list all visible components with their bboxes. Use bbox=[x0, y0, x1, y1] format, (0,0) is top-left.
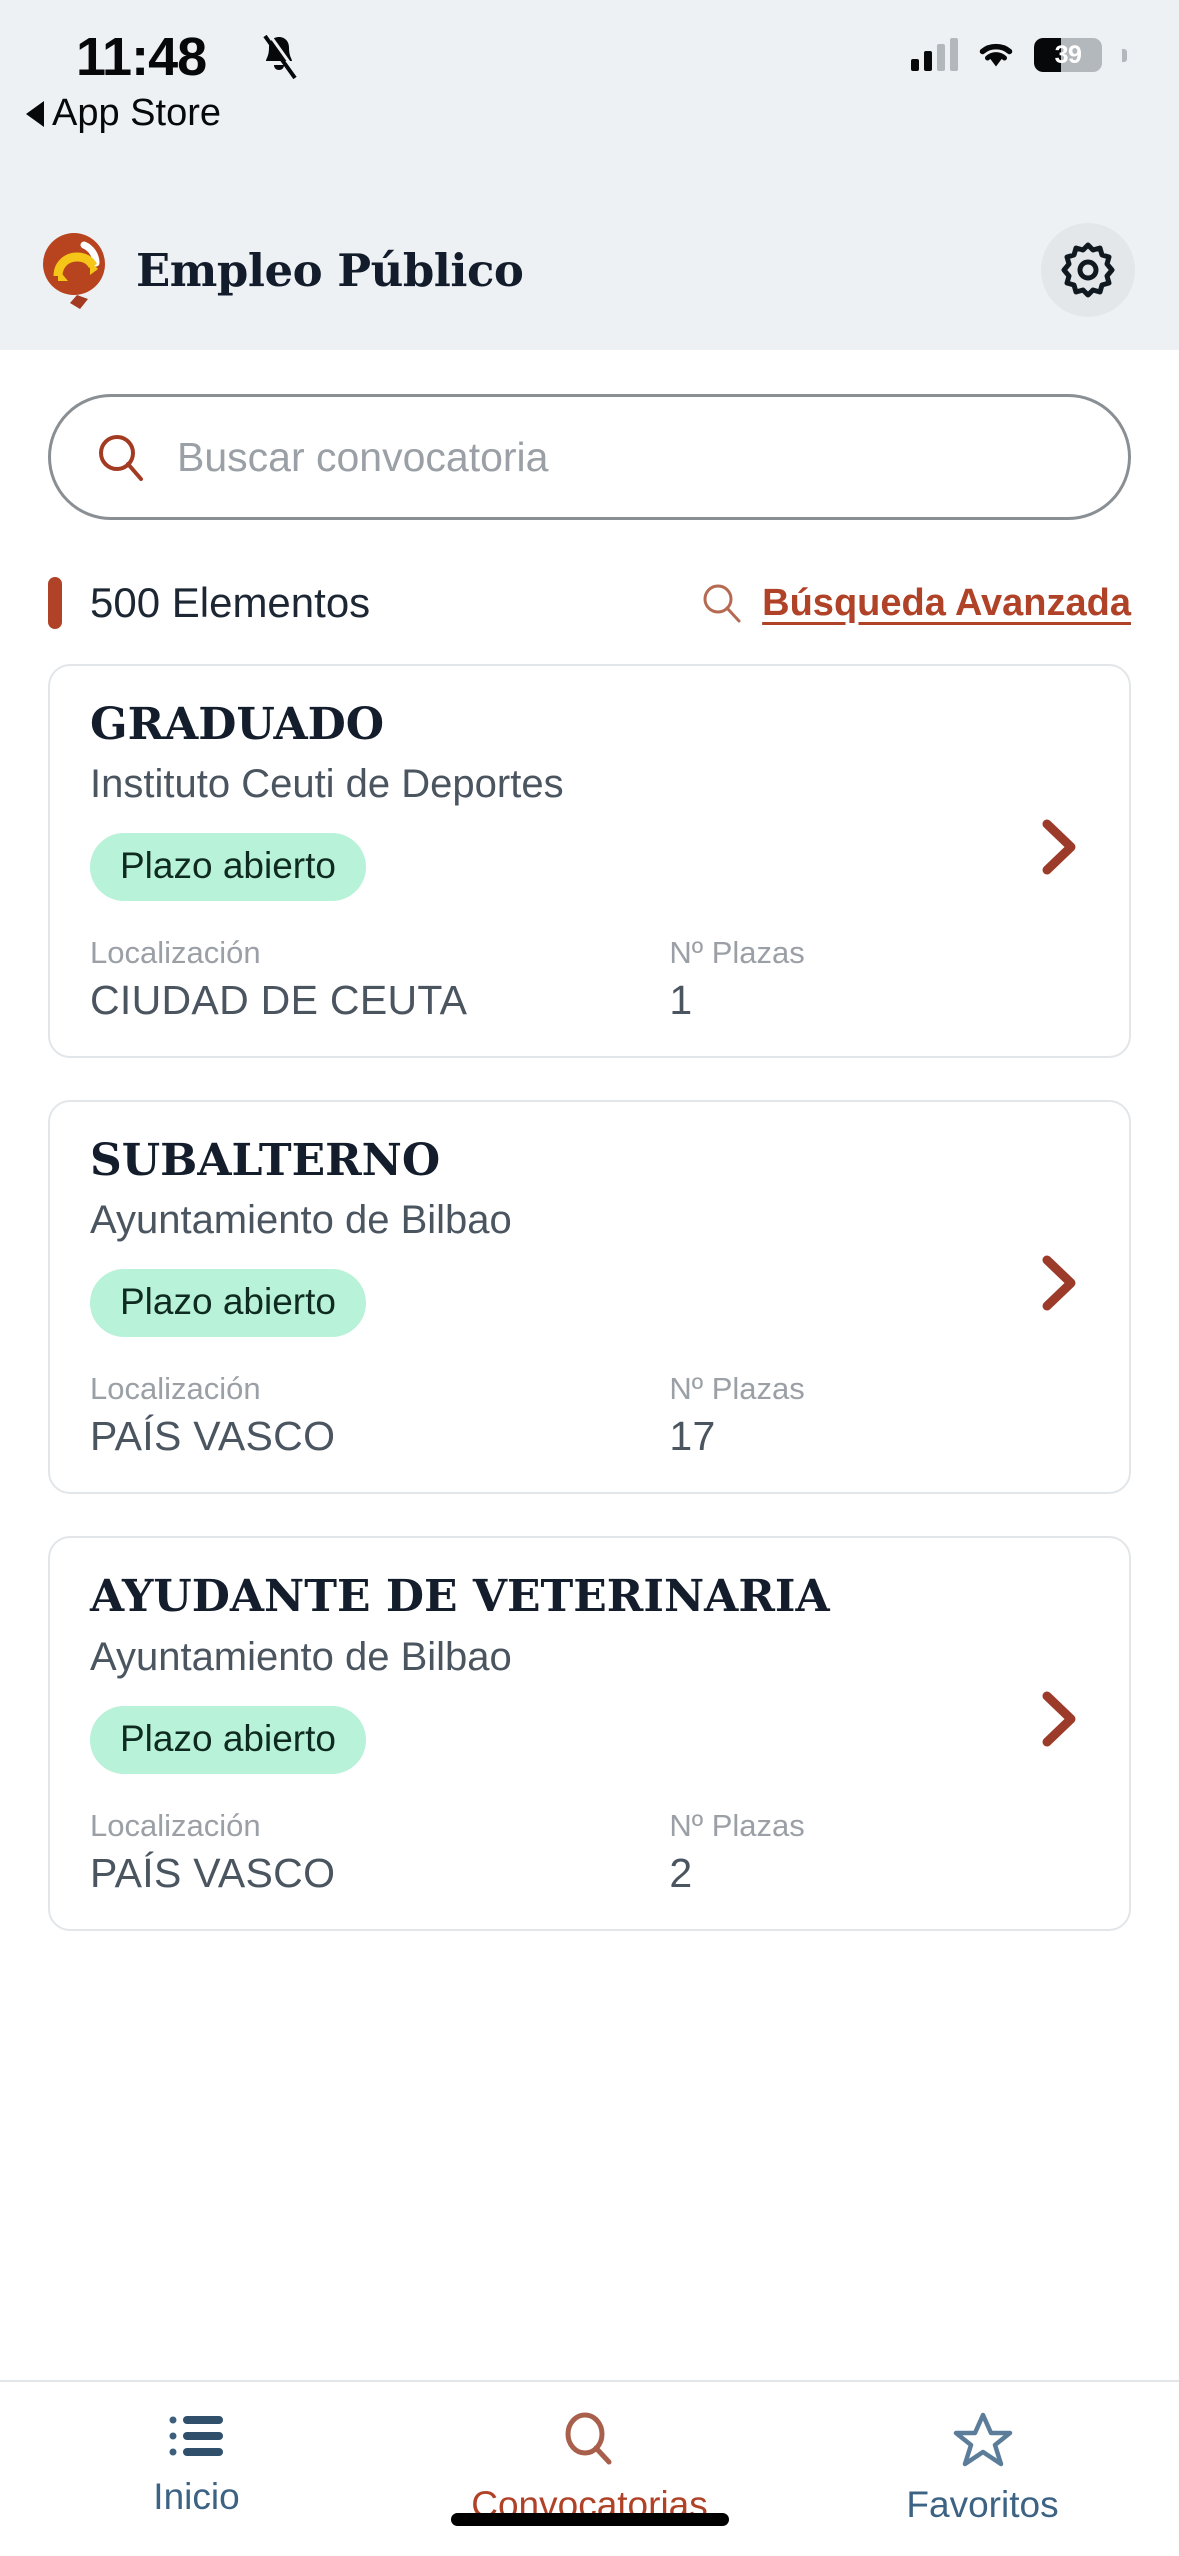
results-count-label: 500 Elementos bbox=[90, 579, 371, 626]
status-bar: 11:48 App Store 39 bbox=[0, 0, 1179, 190]
tab-inicio[interactable]: Inicio bbox=[0, 2410, 393, 2518]
brand: Empleo Público bbox=[40, 231, 524, 309]
results-meta-row: 500 Elementos Búsqueda Avanzada bbox=[48, 572, 1131, 634]
card-title: GRADUADO bbox=[90, 699, 385, 750]
list-item[interactable]: AYUDANTE DE VETERINARIA Ayuntamiento de … bbox=[48, 1536, 1131, 1931]
status-badge: Plazo abierto bbox=[90, 1269, 366, 1338]
list-icon bbox=[169, 2416, 223, 2456]
card-title: AYUDANTE DE VETERINARIA bbox=[90, 1571, 830, 1623]
localizacion-value: PAÍS VASCO bbox=[90, 1413, 336, 1460]
card-footer: Localización PAÍS VASCO Nº Plazas 2 bbox=[90, 1808, 1089, 1897]
localizacion-column: Localización PAÍS VASCO bbox=[90, 1808, 669, 1897]
search-icon bbox=[565, 2412, 611, 2465]
plazas-value: 1 bbox=[669, 977, 693, 1024]
cellular-bars-icon bbox=[911, 38, 958, 71]
card-footer: Localización PAÍS VASCO Nº Plazas 17 bbox=[90, 1371, 1089, 1460]
accent-bar bbox=[48, 577, 62, 629]
wifi-icon bbox=[979, 43, 1013, 67]
status-bar-time: 11:48 bbox=[76, 27, 207, 87]
card-organization: Instituto Ceuti de Deportes bbox=[90, 762, 564, 807]
card-organization: Ayuntamiento de Bilbao bbox=[90, 1634, 512, 1679]
plazas-column: Nº Plazas 17 bbox=[669, 1371, 1089, 1460]
plazas-value: 17 bbox=[669, 1413, 716, 1460]
advanced-search-label: Búsqueda Avanzada bbox=[762, 581, 1131, 624]
plazas-value: 2 bbox=[669, 1849, 693, 1896]
app-screen: 11:48 App Store 39 Empleo Público Buscar… bbox=[0, 0, 1179, 2556]
tab-convocatorias[interactable]: Convocatorias bbox=[393, 2410, 786, 2526]
battery-indicator: 39 bbox=[1034, 38, 1102, 72]
battery-percent: 39 bbox=[1054, 40, 1082, 69]
app-bar: Empleo Público bbox=[0, 190, 1179, 350]
back-label: App Store bbox=[52, 92, 221, 134]
localizacion-label: Localización bbox=[90, 1807, 261, 1843]
search-placeholder: Buscar convocatoria bbox=[177, 433, 549, 480]
tab-label: Favoritos bbox=[906, 2484, 1059, 2525]
page-title: Empleo Público bbox=[136, 243, 524, 297]
bottom-tab-bar: Inicio Convocatorias Favoritos bbox=[0, 2380, 1179, 2556]
chevron-right-icon[interactable] bbox=[1039, 1690, 1079, 1748]
localizacion-label: Localización bbox=[90, 935, 261, 971]
status-badge: Plazo abierto bbox=[90, 833, 366, 902]
localizacion-value: CIUDAD DE CEUTA bbox=[90, 977, 468, 1024]
plazas-label: Nº Plazas bbox=[669, 935, 805, 971]
chevron-right-icon[interactable] bbox=[1039, 1254, 1079, 1312]
back-to-app-store-button[interactable]: App Store bbox=[26, 92, 221, 135]
battery-cap bbox=[1122, 48, 1127, 62]
search-icon bbox=[703, 584, 741, 623]
search-input[interactable]: Buscar convocatoria bbox=[48, 394, 1131, 520]
plazas-label: Nº Plazas bbox=[669, 1807, 805, 1843]
advanced-search-link[interactable]: Búsqueda Avanzada bbox=[700, 581, 1131, 625]
localizacion-column: Localización PAÍS VASCO bbox=[90, 1371, 669, 1460]
star-icon bbox=[953, 2412, 1012, 2467]
magnifier-logo-icon bbox=[43, 233, 105, 309]
card-footer: Localización CIUDAD DE CEUTA Nº Plazas 1 bbox=[90, 935, 1089, 1024]
list-item[interactable]: GRADUADO Instituto Ceuti de Deportes Pla… bbox=[48, 664, 1131, 1059]
bell-slash-icon bbox=[263, 34, 300, 80]
status-badge: Plazo abierto bbox=[90, 1705, 366, 1774]
card-title: SUBALTERNO bbox=[90, 1135, 441, 1187]
plazas-label: Nº Plazas bbox=[669, 1371, 805, 1407]
chevron-right-icon[interactable] bbox=[1039, 818, 1079, 876]
home-indicator bbox=[450, 2513, 729, 2526]
plazas-column: Nº Plazas 2 bbox=[669, 1808, 1089, 1897]
triangle-left-icon bbox=[26, 100, 44, 127]
convocatoria-list: GRADUADO Instituto Ceuti de Deportes Pla… bbox=[48, 664, 1131, 1931]
localizacion-value: PAÍS VASCO bbox=[90, 1849, 336, 1896]
localizacion-label: Localización bbox=[90, 1371, 261, 1407]
card-organization: Ayuntamiento de Bilbao bbox=[90, 1198, 512, 1243]
plazas-column: Nº Plazas 1 bbox=[669, 935, 1089, 1024]
gear-icon bbox=[1061, 242, 1115, 298]
main-content: Buscar convocatoria 500 Elementos Búsque… bbox=[0, 350, 1179, 2380]
localizacion-column: Localización CIUDAD DE CEUTA bbox=[90, 935, 669, 1024]
settings-button[interactable] bbox=[1041, 223, 1135, 317]
top-area: 11:48 App Store 39 Empleo Público bbox=[0, 0, 1179, 350]
list-item[interactable]: SUBALTERNO Ayuntamiento de Bilbao Plazo … bbox=[48, 1100, 1131, 1495]
search-icon bbox=[99, 435, 143, 481]
tab-favoritos[interactable]: Favoritos bbox=[786, 2410, 1179, 2526]
status-bar-indicators: 39 bbox=[911, 38, 1127, 72]
tab-label: Inicio bbox=[153, 2476, 240, 2517]
results-count: 500 Elementos bbox=[48, 577, 370, 629]
